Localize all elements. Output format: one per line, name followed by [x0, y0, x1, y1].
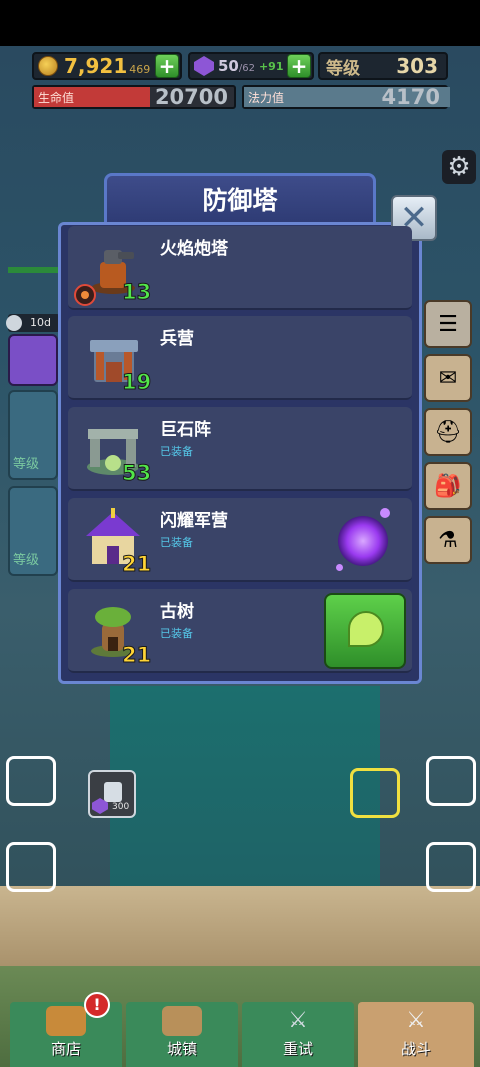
- mp-label: 法力值: [248, 90, 285, 105]
- gem-counter: 50 /62 +91 +: [188, 52, 314, 80]
- tower-count: 53: [121, 461, 152, 486]
- list-item[interactable]: 巨石阵 已装备 53: [68, 407, 412, 491]
- tower-slot[interactable]: [6, 756, 56, 806]
- gold-value: 7,921: [64, 54, 128, 78]
- hp-label: 生命值: [38, 90, 75, 105]
- hero-hp-bar: [8, 267, 60, 273]
- equip-button[interactable]: [324, 593, 406, 669]
- status-bar: [0, 0, 480, 46]
- crossed-swords-icon: ⚔: [406, 1008, 426, 1033]
- tower-slot[interactable]: [426, 842, 476, 892]
- leaf-icon: [348, 611, 384, 647]
- nav-battle-label: 战斗: [400, 1040, 431, 1058]
- nav-town[interactable]: 城镇: [126, 1002, 238, 1067]
- item-slot[interactable]: [8, 334, 58, 386]
- gem-bonus: +91: [258, 59, 284, 73]
- equipped-label: 已装备: [160, 445, 193, 458]
- gem-value: 50: [218, 57, 239, 75]
- list-item[interactable]: 兵营 19: [68, 316, 412, 400]
- nav-battle[interactable]: ⚔ 战斗: [358, 1002, 474, 1067]
- backpack-icon[interactable]: 🎒: [424, 462, 472, 510]
- hp-value: 20700: [154, 85, 228, 109]
- gold-fraction: 469: [129, 62, 151, 76]
- lock-icon: [104, 782, 122, 802]
- nav-retry[interactable]: ⚔ 重试: [242, 1002, 354, 1067]
- tower-count: 21: [121, 643, 152, 668]
- gold-counter: 7,921 469 +: [32, 52, 182, 80]
- helmet-icon[interactable]: ⛑: [424, 408, 472, 456]
- menu-icon[interactable]: ☰: [424, 300, 472, 348]
- tower-name: 火焰炮塔: [160, 239, 228, 259]
- nav-retry-label: 重试: [282, 1040, 313, 1058]
- tower-slot-selected[interactable]: [350, 768, 400, 818]
- add-gold-button[interactable]: +: [155, 54, 179, 78]
- list-item[interactable]: 闪耀军营 已装备 21: [68, 498, 412, 582]
- tower-slot[interactable]: [6, 842, 56, 892]
- list-item[interactable]: 古树 已装备 21: [68, 589, 412, 673]
- level-card[interactable]: 等级: [8, 390, 58, 480]
- gem-icon: [194, 56, 214, 76]
- clock-icon: [6, 315, 22, 331]
- hp-bar: 生命值 20700: [32, 85, 236, 109]
- tower-name: 古树: [160, 602, 194, 622]
- level-display: 等级 303: [318, 52, 448, 80]
- add-gem-button[interactable]: +: [287, 54, 311, 78]
- potion-icon[interactable]: ⚗: [424, 516, 472, 564]
- stone-wall: [0, 886, 480, 966]
- coin-icon: [38, 56, 58, 76]
- tower-name: 兵营: [160, 329, 194, 349]
- fire-badge-icon: [74, 284, 96, 306]
- level-card-label: 等级: [13, 553, 40, 568]
- town-icon: [162, 1006, 202, 1036]
- unlock-cost: 300: [112, 802, 130, 812]
- chest-icon: [46, 1006, 86, 1036]
- dialog-title: 防御塔: [104, 173, 376, 227]
- mp-value: 4170: [381, 85, 440, 109]
- equipped-label: 已装备: [160, 536, 193, 549]
- tower-count: 13: [121, 280, 152, 305]
- shop-alert-badge: !: [84, 992, 110, 1018]
- equipped-label: 已装备: [160, 627, 193, 640]
- mp-bar: 法力值 4170: [242, 85, 450, 109]
- tower-count: 19: [121, 370, 152, 395]
- gem-max: /62: [238, 62, 255, 74]
- tower-name: 巨石阵: [160, 420, 211, 440]
- level-value: 303: [396, 54, 438, 78]
- nav-shop-label: 商店: [50, 1040, 81, 1058]
- mail-icon[interactable]: ✉: [424, 354, 472, 402]
- spark-icon: [336, 564, 343, 571]
- tower-count: 21: [121, 552, 152, 577]
- spark-icon: [380, 508, 390, 518]
- level-card[interactable]: 等级: [8, 486, 58, 576]
- list-item[interactable]: 火焰炮塔 13: [68, 226, 412, 310]
- nav-town-label: 城镇: [166, 1040, 197, 1058]
- level-card-label: 等级: [13, 457, 40, 472]
- magic-orb-icon: [338, 516, 388, 566]
- level-label: 等级: [326, 58, 360, 79]
- tower-slot[interactable]: [426, 756, 476, 806]
- tower-name: 闪耀军营: [160, 511, 228, 531]
- gear-icon[interactable]: ⚙: [442, 150, 476, 184]
- sword-icon: ⚔: [288, 1008, 308, 1033]
